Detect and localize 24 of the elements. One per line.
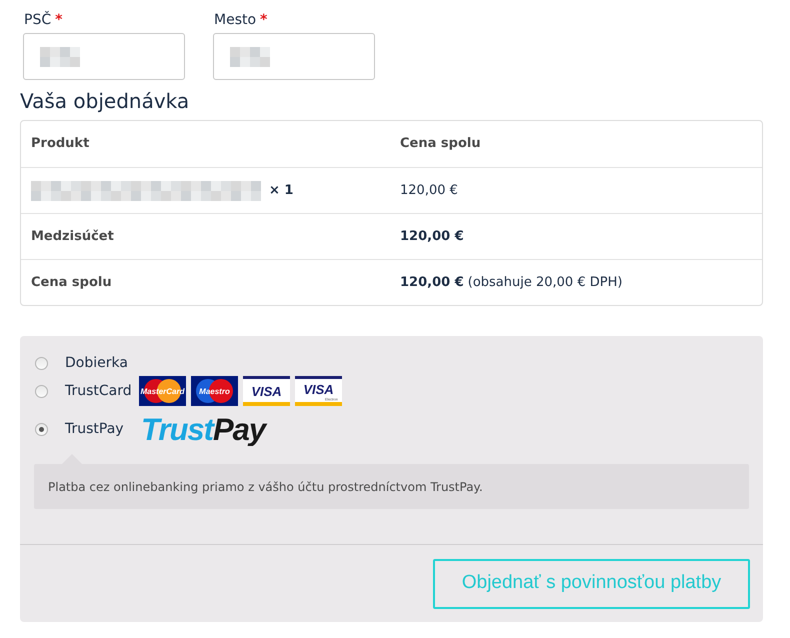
payment-option-label[interactable]: TrustPay [65,418,139,440]
input-field[interactable] [23,33,185,80]
payment-description: Platba cez onlinebanking priamo z vášho účtu prostredníctvom TrustPay. [48,478,483,496]
payment-option-label[interactable]: Dobierka [65,352,139,374]
radio-button[interactable] [35,422,48,436]
input-field[interactable] [213,33,375,80]
amount-text: 120,00 € [400,228,464,246]
amount-text: 120,00 € [400,274,464,292]
price-text: 120,00 € [400,182,459,200]
radio-button[interactable] [35,384,48,398]
column-header: Cena spolu [400,135,482,154]
section-heading: Vaša objednávka [20,89,190,113]
column-header: Produkt [31,135,90,154]
required-mark: * [55,10,62,30]
quantity-text: × 1 [269,182,294,200]
total-label: Medzisúčet [31,228,115,246]
total-label: Cena spolu [31,274,113,292]
card-logo: VISA [243,376,290,406]
required-mark: * [260,10,268,30]
field-label: Mesto [214,10,256,30]
radio-button[interactable] [35,356,48,370]
field-label: PSČ [24,10,52,30]
tax-note: (obsahuje 20,00 € DPH) [468,274,622,292]
payment-option-label[interactable]: TrustCard [65,380,139,402]
